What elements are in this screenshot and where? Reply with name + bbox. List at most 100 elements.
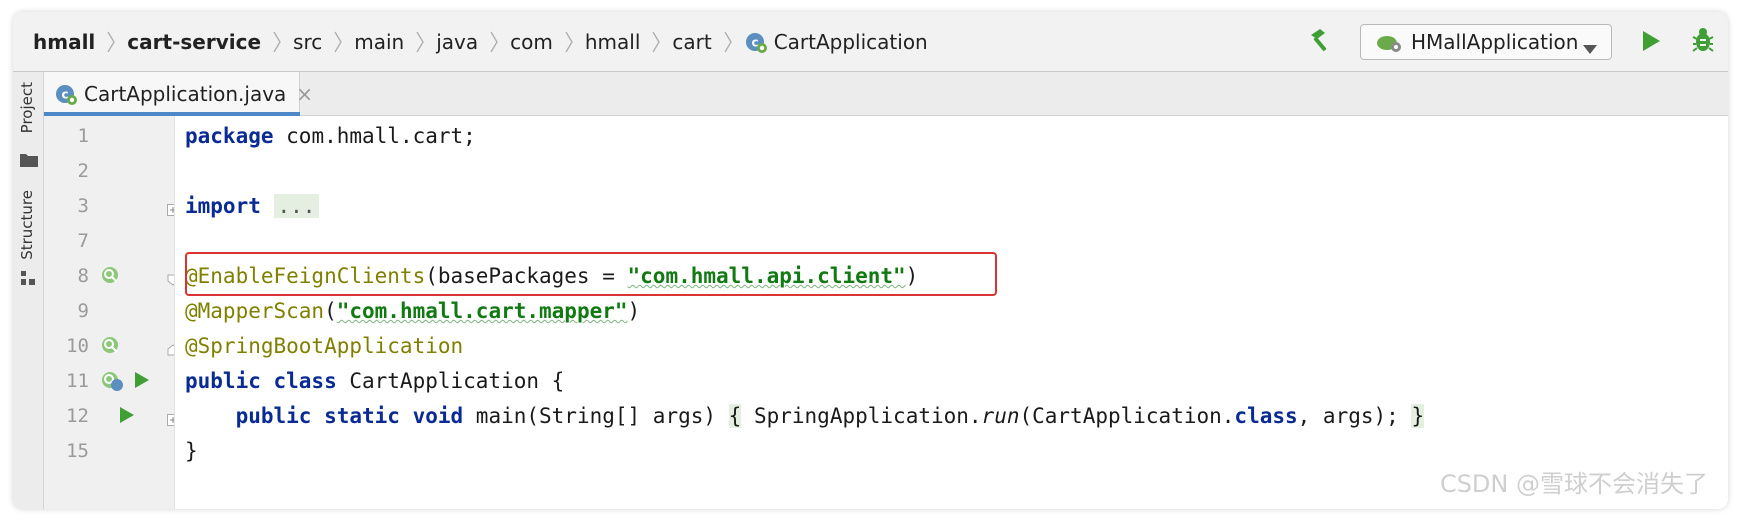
breadcrumb-separator-icon [718, 27, 738, 57]
breadcrumb-separator-icon [101, 27, 121, 57]
breadcrumb-separator-icon [328, 27, 348, 57]
gutter-row: 8 [44, 259, 179, 294]
gutter-row: 9 [44, 294, 174, 329]
line-number: 2 [77, 160, 89, 182]
spring-boot-class-icon: c [54, 82, 78, 106]
code-text: (CartApplication. [1019, 404, 1235, 428]
code-brace: } [1411, 404, 1425, 428]
run-configuration-select[interactable]: HMallApplication [1360, 24, 1612, 60]
spring-boot-class-icon: c [744, 30, 768, 54]
editor-tab-label: CartApplication.java [84, 82, 287, 106]
debug-button[interactable] [1687, 26, 1719, 58]
keyword: public static void [235, 404, 464, 428]
method-call: run [981, 404, 1020, 428]
code-line-12: public static void main(String[] args) {… [185, 399, 1425, 434]
run-icon [1641, 30, 1661, 56]
code-brace: { [728, 404, 742, 428]
breadcrumb-item-java[interactable]: java [436, 30, 478, 54]
run-gutter-icon[interactable] [119, 406, 135, 428]
run-config-icon [1375, 30, 1403, 54]
code-text: , args); [1297, 404, 1412, 428]
line-number: 15 [66, 440, 89, 462]
structure-icon [20, 270, 36, 290]
code-text: com.hmall.cart; [273, 124, 476, 148]
keyword: import [185, 194, 261, 218]
close-icon[interactable]: × [296, 84, 313, 104]
breadcrumb-item-cartapplication[interactable]: CartApplication [774, 30, 928, 54]
project-tab-label: Project [18, 82, 36, 134]
ide-window: hmall cart-service src main java com hma… [13, 12, 1728, 509]
breadcrumb-separator-icon [646, 27, 666, 57]
gutter-row: 3 [44, 189, 179, 224]
breadcrumb-item-hmall-package[interactable]: hmall [585, 30, 641, 54]
annotation: @SpringBootApplication [185, 334, 464, 358]
breadcrumb-separator-icon [484, 27, 504, 57]
breadcrumb-item-hmall[interactable]: hmall [33, 30, 95, 54]
gutter-row: 15 [44, 434, 174, 469]
breadcrumb-item-main[interactable]: main [354, 30, 404, 54]
watermark: CSDN @雪球不会消失了 [1439, 470, 1708, 498]
bean-icon[interactable] [99, 334, 123, 362]
editor-gutter: 1 2 3 7 8 9 10 11 12 15 [44, 116, 179, 509]
run-gutter-icon[interactable] [134, 371, 150, 393]
highlight-annotation-box [185, 252, 997, 296]
code-text: CartApplication { [336, 369, 565, 393]
folder-icon [20, 152, 38, 172]
line-number: 8 [77, 265, 89, 287]
breadcrumb: hmall cart-service src main java com hma… [33, 12, 928, 72]
structure-tool-tab[interactable]: Structure [13, 190, 43, 305]
line-number: 10 [66, 335, 89, 357]
line-number: 9 [77, 300, 89, 322]
code-line-9: @MapperScan("com.hmall.cart.mapper") [185, 294, 640, 329]
code-line-3: import ... [185, 189, 320, 224]
code-text: ) [627, 299, 641, 323]
structure-tab-label: Structure [18, 190, 36, 260]
string-literal: "com.hmall.cart.mapper" [336, 299, 628, 323]
code-line-10: @SpringBootApplication [185, 329, 463, 364]
gutter-row: 11 [44, 364, 174, 399]
code-line-15: } [185, 434, 198, 469]
debug-icon [1691, 27, 1715, 57]
build-button[interactable] [1304, 26, 1336, 58]
line-number: 1 [77, 125, 89, 147]
breadcrumb-separator-icon [559, 27, 579, 57]
code-text: main(String[] args) [463, 404, 729, 428]
breadcrumb-separator-icon [267, 27, 287, 57]
folded-imports[interactable]: ... [273, 194, 320, 218]
gutter-row: 1 [44, 119, 174, 154]
gutter-row: 2 [44, 154, 174, 189]
keyword: package [185, 124, 274, 148]
code-line-1: package com.hmall.cart; [185, 119, 476, 154]
gutter-row: 7 [44, 224, 174, 259]
code-editor[interactable]: package com.hmall.cart; import ... @Enab… [174, 116, 1728, 509]
navigation-bar: hmall cart-service src main java com hma… [13, 12, 1728, 72]
keyword: class [1234, 404, 1298, 428]
keyword: public class [185, 369, 337, 393]
line-number: 3 [77, 195, 89, 217]
gutter-row: 10 [44, 329, 179, 364]
breadcrumb-separator-icon [410, 27, 430, 57]
breadcrumb-item-cart[interactable]: cart [672, 30, 711, 54]
breadcrumb-item-com[interactable]: com [510, 30, 553, 54]
bean-icon[interactable] [99, 369, 125, 397]
run-configuration-label: HMallApplication [1411, 30, 1579, 54]
line-number: 11 [66, 370, 89, 392]
code-text: SpringApplication. [741, 404, 982, 428]
project-tool-tab[interactable]: Project [13, 80, 43, 190]
breadcrumb-item-cart-service[interactable]: cart-service [127, 30, 261, 54]
editor-tab-cartapplication[interactable]: c CartApplication.java × [44, 72, 313, 116]
bean-icon[interactable] [99, 264, 123, 292]
run-button[interactable] [1635, 27, 1667, 59]
annotation: @MapperScan [185, 299, 325, 323]
hammer-icon [1307, 27, 1333, 57]
breadcrumb-item-src[interactable]: src [293, 30, 322, 54]
editor-tab-bar: c CartApplication.java × [44, 72, 1728, 116]
line-number: 12 [66, 405, 89, 427]
code-line-11: public class CartApplication { [185, 364, 564, 399]
dropdown-arrow-icon [1583, 39, 1597, 58]
code-text: } [185, 439, 198, 463]
code-text: ( [324, 299, 337, 323]
tool-window-strip: Project Structure [13, 72, 44, 509]
line-number: 7 [77, 230, 89, 252]
